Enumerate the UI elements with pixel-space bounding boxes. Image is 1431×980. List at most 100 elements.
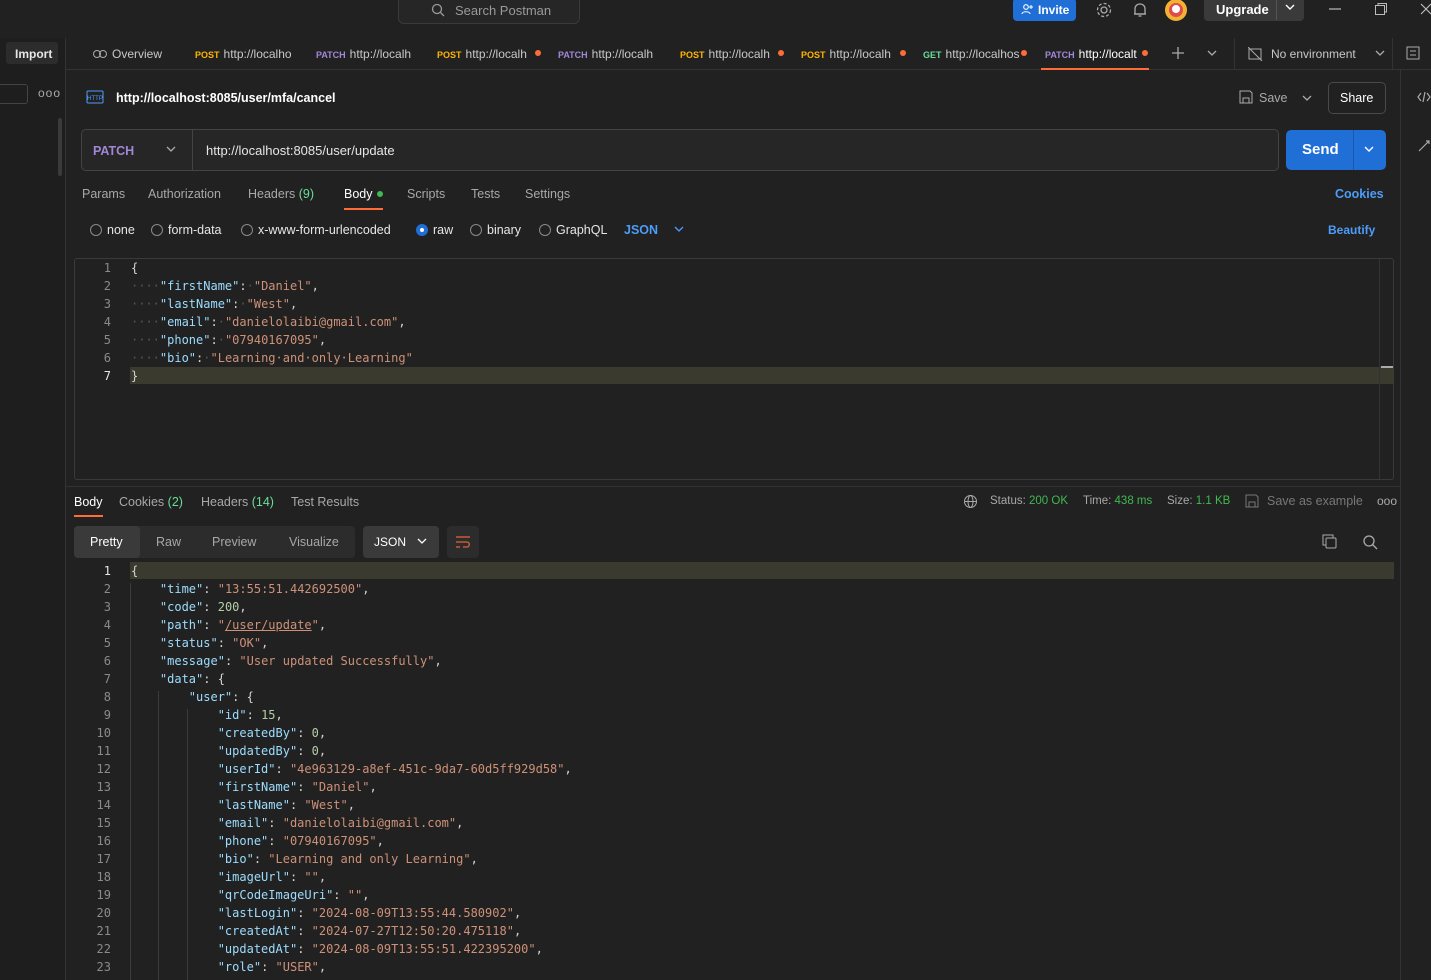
- request-title[interactable]: http://localhost:8085/user/mfa/cancel: [116, 91, 336, 105]
- radio-urlencoded-label[interactable]: x-www-form-urlencoded: [258, 223, 391, 237]
- code-line[interactable]: }: [131, 369, 138, 383]
- settings-gear-icon[interactable]: [1095, 1, 1113, 19]
- code-snippet-icon[interactable]: [1417, 91, 1431, 103]
- code-line[interactable]: "user": {: [131, 690, 254, 704]
- code-line[interactable]: "lastLogin": "2024-08-09T13:55:44.580902…: [131, 906, 521, 920]
- code-line[interactable]: "firstName": "Daniel",: [131, 780, 377, 794]
- tab-request[interactable]: GET http://localhos: [923, 38, 1029, 70]
- response-tab-headers[interactable]: Headers (14): [201, 495, 274, 509]
- copy-icon[interactable]: [1322, 534, 1337, 549]
- response-tab-body[interactable]: Body: [74, 495, 103, 509]
- code-line[interactable]: "userId": "4e963129-a8ef-451c-9da7-60d5f…: [131, 762, 572, 776]
- import-button[interactable]: Import: [6, 42, 58, 64]
- response-status[interactable]: Status: 200 OK: [990, 495, 1068, 507]
- chevron-down-icon[interactable]: [1364, 146, 1374, 152]
- code-line[interactable]: "createdBy": 0,: [131, 726, 326, 740]
- view-raw[interactable]: Raw: [140, 526, 196, 558]
- code-line[interactable]: ····"email":·"danielolaibi@gmail.com",: [131, 315, 406, 329]
- tab-tests[interactable]: Tests: [471, 187, 500, 201]
- http-method-select[interactable]: PATCH: [82, 130, 193, 170]
- code-line[interactable]: "data": {: [131, 672, 225, 686]
- tab-authorization[interactable]: Authorization: [148, 187, 221, 201]
- tab-request-active[interactable]: PATCH http://localt: [1041, 38, 1149, 70]
- tab-request[interactable]: PATCH http://localh: [558, 38, 664, 70]
- tab-overview[interactable]: Overview: [90, 38, 180, 70]
- body-format-select[interactable]: JSON: [624, 223, 684, 237]
- save-as-example-button[interactable]: Save as example: [1267, 494, 1363, 508]
- code-line[interactable]: "id": 15,: [131, 708, 283, 722]
- tab-params[interactable]: Params: [82, 187, 125, 201]
- code-line[interactable]: "email": "danielolaibi@gmail.com",: [131, 816, 464, 830]
- chevron-down-icon[interactable]: [1207, 50, 1217, 56]
- environment-quick-look-icon[interactable]: [1406, 46, 1420, 60]
- radio-form-data-label[interactable]: form-data: [168, 223, 222, 237]
- chevron-down-icon[interactable]: [1285, 4, 1295, 10]
- environment-select[interactable]: No environment: [1246, 38, 1386, 70]
- close-window-icon[interactable]: [1419, 2, 1431, 16]
- code-line[interactable]: {: [131, 261, 138, 275]
- code-line[interactable]: ····"phone":·"07940167095",: [131, 333, 326, 347]
- view-preview[interactable]: Preview: [196, 526, 274, 558]
- search-icon[interactable]: [1362, 534, 1378, 550]
- sidebar-scrollbar[interactable]: [58, 118, 62, 176]
- share-button[interactable]: Share: [1328, 82, 1386, 114]
- globe-icon[interactable]: [963, 494, 978, 509]
- user-avatar[interactable]: [1164, 0, 1188, 22]
- request-url-input[interactable]: http://localhost:8085/user/update: [206, 143, 395, 158]
- radio-binary[interactable]: [470, 224, 482, 236]
- code-line[interactable]: {: [131, 564, 138, 578]
- related-collections-icon[interactable]: [1417, 139, 1431, 153]
- code-line[interactable]: "qrCodeImageUri": "",: [131, 888, 370, 902]
- response-format-select[interactable]: JSON: [363, 526, 439, 558]
- tab-body[interactable]: Body: [344, 187, 373, 201]
- code-line[interactable]: ····"firstName":·"Daniel",: [131, 279, 319, 293]
- radio-raw[interactable]: [416, 224, 428, 236]
- tab-request[interactable]: POST http://localho: [195, 38, 301, 70]
- add-tab-icon[interactable]: [1171, 46, 1185, 60]
- radio-urlencoded[interactable]: [241, 224, 253, 236]
- response-size[interactable]: Size: 1.1 KB: [1167, 495, 1230, 507]
- code-line[interactable]: "imageUrl": "",: [131, 870, 326, 884]
- code-line[interactable]: "updatedAt": "2024-08-09T13:55:51.422395…: [131, 942, 543, 956]
- code-line[interactable]: "phone": "07940167095",: [131, 834, 384, 848]
- upgrade-button[interactable]: Upgrade: [1204, 0, 1304, 21]
- code-line[interactable]: ····"bio":·"Learning·and·only·Learning": [131, 351, 413, 365]
- restore-window-icon[interactable]: [1374, 2, 1388, 16]
- code-line[interactable]: "bio": "Learning and only Learning",: [131, 852, 478, 866]
- wrap-lines-button[interactable]: [447, 526, 479, 558]
- view-visualize[interactable]: Visualize: [274, 526, 355, 558]
- code-line[interactable]: "lastName": "West",: [131, 798, 355, 812]
- code-line[interactable]: "path": "/user/update",: [131, 618, 326, 632]
- radio-binary-label[interactable]: binary: [487, 223, 521, 237]
- chevron-down-icon[interactable]: [1302, 95, 1312, 101]
- radio-graphql-label[interactable]: GraphQL: [556, 223, 607, 237]
- radio-none[interactable]: [90, 224, 102, 236]
- sidebar-filter-input[interactable]: [0, 84, 28, 104]
- send-button[interactable]: Send: [1286, 130, 1386, 170]
- view-pretty[interactable]: Pretty: [74, 526, 140, 558]
- minimize-window-icon[interactable]: [1328, 2, 1342, 16]
- tab-request[interactable]: PATCH http://localh: [316, 38, 422, 70]
- save-button[interactable]: Save: [1237, 86, 1317, 110]
- radio-none-label[interactable]: none: [107, 223, 135, 237]
- sidebar-more-icon[interactable]: ooo: [38, 86, 61, 100]
- more-options-icon[interactable]: ooo: [1377, 494, 1397, 508]
- code-line[interactable]: "updatedBy": 0,: [131, 744, 326, 758]
- tab-request[interactable]: POST http://localh: [801, 38, 907, 70]
- radio-graphql[interactable]: [539, 224, 551, 236]
- radio-raw-label[interactable]: raw: [433, 223, 453, 237]
- tab-scripts[interactable]: Scripts: [407, 187, 445, 201]
- tab-headers[interactable]: Headers (9): [248, 187, 314, 201]
- search-postman-input[interactable]: Search Postman: [398, 0, 580, 24]
- tab-settings[interactable]: Settings: [525, 187, 570, 201]
- radio-form-data[interactable]: [151, 224, 163, 236]
- tab-request[interactable]: POST http://localh: [680, 38, 786, 70]
- code-line[interactable]: "time": "13:55:51.442692500",: [131, 582, 370, 596]
- code-line[interactable]: ····"lastName":·"West",: [131, 297, 297, 311]
- code-line[interactable]: "createdAt": "2024-07-27T12:50:20.475118…: [131, 924, 521, 938]
- code-line[interactable]: "role": "USER",: [131, 960, 326, 974]
- response-tab-test-results[interactable]: Test Results: [291, 495, 359, 509]
- invite-button[interactable]: Invite: [1013, 0, 1076, 21]
- code-line[interactable]: "code": 200,: [131, 600, 247, 614]
- notification-bell-icon[interactable]: [1131, 1, 1149, 19]
